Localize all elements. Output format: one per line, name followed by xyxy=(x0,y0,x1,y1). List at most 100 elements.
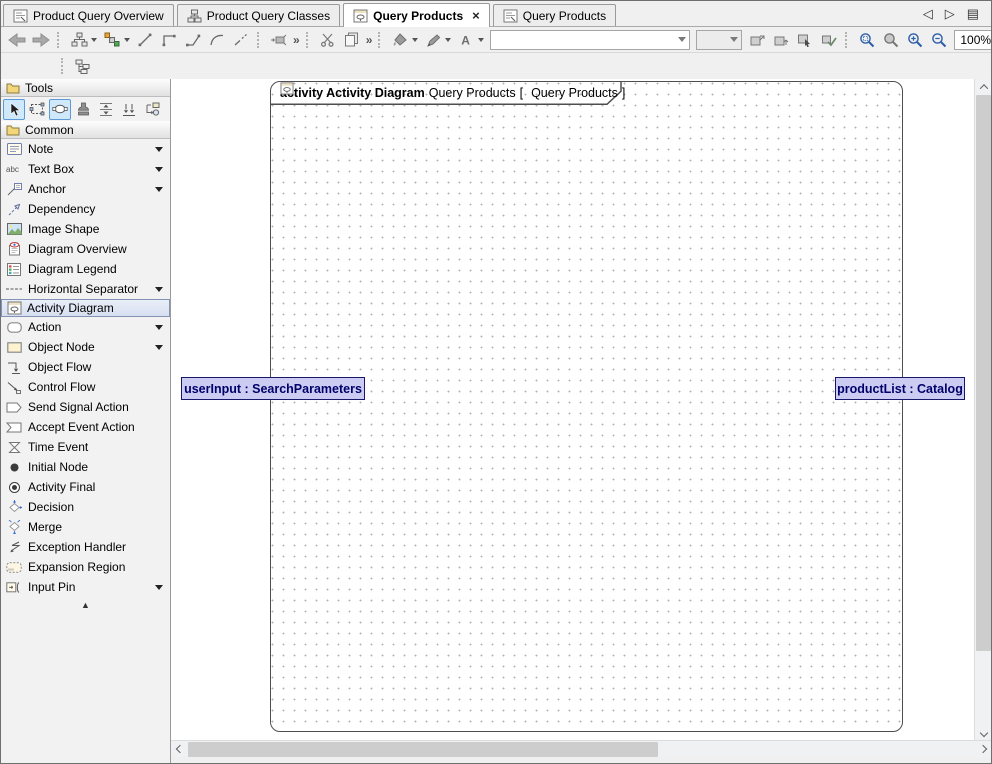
vertical-scroll-thumb[interactable] xyxy=(976,95,991,651)
chevron-down-icon[interactable] xyxy=(155,585,163,590)
palette-item-activity-final[interactable]: Activity Final xyxy=(1,477,170,497)
font-family-combobox[interactable] xyxy=(490,30,690,50)
scroll-down-button[interactable] xyxy=(975,725,992,740)
dropdown-caret-icon[interactable] xyxy=(445,38,451,42)
palette-item-send-signal-action[interactable]: Send Signal Action xyxy=(1,397,170,417)
palette-item-note[interactable]: Note xyxy=(1,139,170,159)
palette-item-dependency[interactable]: Dependency xyxy=(1,199,170,219)
stamp-tool-button[interactable] xyxy=(72,99,94,120)
chevron-down-icon[interactable] xyxy=(155,147,163,152)
vertical-scrollbar[interactable] xyxy=(974,79,991,740)
check-syntax-button[interactable] xyxy=(817,29,841,50)
marquee-tool-button[interactable] xyxy=(26,99,48,120)
line-style-curve-button[interactable] xyxy=(205,29,229,50)
object-node-userinput[interactable]: userInput : SearchParameters xyxy=(181,377,365,400)
palette-item-decision[interactable]: Decision xyxy=(1,497,170,517)
line-style-diagonal-button[interactable] xyxy=(133,29,157,50)
bring-forward-button[interactable] xyxy=(745,29,769,50)
fill-color-button[interactable] xyxy=(388,29,412,50)
tab-query-products-2[interactable]: Query Products xyxy=(493,4,616,26)
tab-list-icon[interactable]: ▤ xyxy=(967,6,979,22)
palette-item-exception-handler[interactable]: Exception Handler xyxy=(1,537,170,557)
activity-diagram-frame[interactable]: activity Activity Diagram Query Products… xyxy=(270,81,903,732)
palette-item-anchor[interactable]: Anchor xyxy=(1,179,170,199)
dropdown-caret-icon[interactable] xyxy=(412,38,418,42)
palette-item-horizontal-separator[interactable]: Horizontal Separator xyxy=(1,279,170,299)
palette-item-control-flow[interactable]: Control Flow xyxy=(1,377,170,397)
align-bottom-tool-button[interactable] xyxy=(118,99,140,120)
palette-item-object-node[interactable]: Object Node xyxy=(1,337,170,357)
send-backward-button[interactable] xyxy=(769,29,793,50)
palette-item-initial-node[interactable]: Initial Node xyxy=(1,457,170,477)
palette-item-label: Send Signal Action xyxy=(28,400,166,414)
cut-button[interactable] xyxy=(316,29,340,50)
palette-item-diagram-legend[interactable]: Diagram Legend xyxy=(1,259,170,279)
swap-shapes-tool-button[interactable] xyxy=(141,99,163,120)
line-style-custom-button[interactable] xyxy=(229,29,253,50)
line-style-oblique-button[interactable] xyxy=(181,29,205,50)
horizontal-scrollbar[interactable] xyxy=(171,740,991,757)
chevron-down-icon[interactable] xyxy=(155,167,163,172)
horizontal-scroll-thumb[interactable] xyxy=(188,742,658,757)
zoom-fit-button[interactable] xyxy=(879,29,903,50)
next-tab-icon[interactable]: ▷ xyxy=(945,6,955,22)
forward-button[interactable] xyxy=(29,29,53,50)
frame-open-bracket: [ xyxy=(520,86,523,100)
pointer-tool-button[interactable] xyxy=(3,99,25,120)
palette-item-accept-event-action[interactable]: Accept Event Action xyxy=(1,417,170,437)
scroll-right-button[interactable] xyxy=(974,742,991,757)
dropdown-caret-icon[interactable] xyxy=(124,38,130,42)
scroll-up-button[interactable] xyxy=(975,79,992,94)
palette-item-object-flow[interactable]: Object Flow xyxy=(1,357,170,377)
scroll-left-button[interactable] xyxy=(171,742,188,757)
palette-item-input-pin[interactable]: Input Pin xyxy=(1,577,170,597)
object-node-productlist[interactable]: productList : Catalog xyxy=(835,377,965,400)
font-color-button[interactable]: A xyxy=(454,29,478,50)
palette-item-label: Time Event xyxy=(28,440,166,454)
palette-scroll-up-button[interactable]: ▲ xyxy=(1,597,170,612)
connection-points-tool-button[interactable] xyxy=(49,99,71,120)
chevron-down-icon[interactable] xyxy=(155,187,163,192)
toolbar-overflow-icon[interactable]: » xyxy=(293,33,300,47)
palette-item-text-box[interactable]: abc Text Box xyxy=(1,159,170,179)
dropdown-caret-icon[interactable] xyxy=(91,38,97,42)
back-button[interactable] xyxy=(5,29,29,50)
toolbar-overflow-icon[interactable]: » xyxy=(366,33,373,47)
palette-item-image-shape[interactable]: Image Shape xyxy=(1,219,170,239)
tab-product-query-classes[interactable]: Product Query Classes xyxy=(177,4,340,26)
palette-section-activity-diagram[interactable]: Activity Diagram xyxy=(1,299,170,317)
line-color-button[interactable] xyxy=(421,29,445,50)
palette-item-action[interactable]: Action xyxy=(1,317,170,337)
accept-event-icon xyxy=(5,422,23,433)
containment-button[interactable] xyxy=(71,56,95,77)
add-related-button[interactable] xyxy=(100,29,124,50)
chevron-down-icon[interactable] xyxy=(155,287,163,292)
diagram-canvas[interactable]: activity Activity Diagram Query Products… xyxy=(171,79,974,740)
tab-product-query-overview[interactable]: Product Query Overview xyxy=(3,4,174,26)
palette-item-expansion-region[interactable]: Expansion Region xyxy=(1,557,170,577)
chevron-down-icon[interactable] xyxy=(155,325,163,330)
select-owner-button[interactable] xyxy=(793,29,817,50)
palette-item-time-event[interactable]: Time Event xyxy=(1,437,170,457)
tab-query-products-active[interactable]: Query Products × xyxy=(343,3,490,27)
palette-item-merge[interactable]: Merge xyxy=(1,517,170,537)
distribute-vertically-tool-button[interactable] xyxy=(95,99,117,120)
font-size-combobox[interactable] xyxy=(696,30,742,50)
prev-tab-icon[interactable]: ◁ xyxy=(923,6,933,22)
zoom-region-button[interactable] xyxy=(855,29,879,50)
zoom-out-button[interactable] xyxy=(927,29,951,50)
display-paths-button[interactable] xyxy=(267,29,291,50)
palette-item-diagram-overview[interactable]: Diagram Overview xyxy=(1,239,170,259)
chevron-down-icon[interactable] xyxy=(155,345,163,350)
zoom-in-button[interactable] xyxy=(903,29,927,50)
layout-button[interactable] xyxy=(67,29,91,50)
palette-section-common[interactable]: Common xyxy=(1,121,170,139)
palette-section-tools[interactable]: Tools xyxy=(1,79,170,97)
close-icon[interactable]: × xyxy=(472,8,480,23)
frame-diagram-name: Query Products xyxy=(429,86,516,100)
paste-button[interactable] xyxy=(340,29,364,50)
action-icon xyxy=(5,322,23,333)
dropdown-caret-icon[interactable] xyxy=(478,38,484,42)
zoom-level-combobox[interactable]: 100% xyxy=(954,30,992,50)
line-style-rectilinear-button[interactable] xyxy=(157,29,181,50)
